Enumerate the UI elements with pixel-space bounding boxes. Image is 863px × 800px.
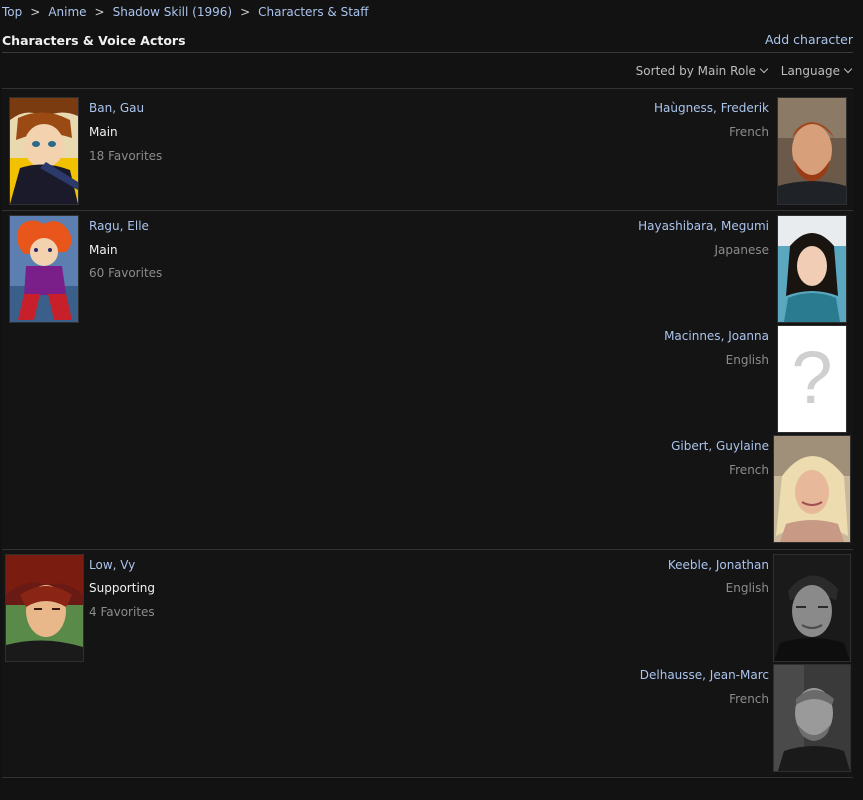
breadcrumb-separator: > xyxy=(94,5,105,19)
chevron-down-icon xyxy=(843,64,853,74)
voice-actor-language: French xyxy=(729,125,769,139)
question-mark-icon: ? xyxy=(791,336,833,419)
sort-dropdown[interactable]: Sorted by Main Role xyxy=(635,64,769,78)
voice-actor-name[interactable]: Keeble, Jonathan xyxy=(668,558,769,572)
character-role: Supporting xyxy=(89,581,155,595)
character-favorites: 18 Favorites xyxy=(89,149,163,163)
character-row xyxy=(2,211,853,548)
breadcrumb: Top > Anime > Shadow Skill (1996) > Characters… xyxy=(2,4,369,20)
voice-actor-name[interactable]: Macinnes, Joanna xyxy=(664,329,769,343)
character-role: Main xyxy=(89,243,118,257)
voice-actor-language: French xyxy=(729,463,769,477)
character-favorites: 4 Favorites xyxy=(89,605,155,619)
character-name[interactable]: Ban, Gau xyxy=(89,101,144,115)
voice-actor-name[interactable]: Hayashibara, Megumi xyxy=(638,219,769,233)
voice-actor-photo[interactable] xyxy=(773,664,851,772)
voice-actor-language: English xyxy=(725,581,769,595)
character-image[interactable] xyxy=(9,97,79,205)
page-title: Characters & Voice Actors xyxy=(2,33,186,48)
voice-actor-language: French xyxy=(729,692,769,706)
sort-label: Sorted by Main Role xyxy=(635,64,756,78)
list-controls: Sorted by Main Role Language xyxy=(626,63,853,79)
voice-actor-photo[interactable] xyxy=(777,215,847,323)
chevron-down-icon xyxy=(759,64,769,74)
voice-actor-language: English xyxy=(725,353,769,367)
voice-actor-photo-placeholder[interactable]: ? xyxy=(777,325,847,433)
voice-actor-name[interactable]: Gibert, Guylaine xyxy=(671,439,769,453)
language-label: Language xyxy=(780,64,840,78)
character-name[interactable]: Low, Vy xyxy=(89,558,135,572)
character-image[interactable] xyxy=(5,554,84,662)
character-role: Main xyxy=(89,125,118,139)
voice-actor-name[interactable]: Delhausse, Jean-Marc xyxy=(640,668,769,682)
voice-actor-name[interactable]: Haùgness, Frederik xyxy=(654,101,769,115)
character-image[interactable] xyxy=(9,215,79,323)
character-favorites: 60 Favorites xyxy=(89,266,163,280)
voice-actor-photo[interactable] xyxy=(777,97,847,205)
breadcrumb-separator: > xyxy=(30,5,41,19)
voice-actor-language: Japanese xyxy=(714,243,770,257)
divider xyxy=(2,777,853,778)
breadcrumb-separator: > xyxy=(240,5,251,19)
character-name[interactable]: Ragu, Elle xyxy=(89,219,149,233)
voice-actor-photo[interactable] xyxy=(773,554,851,662)
language-dropdown[interactable]: Language xyxy=(780,64,853,78)
add-character-button[interactable]: Add character xyxy=(765,32,853,47)
breadcrumb-characters-staff[interactable]: Characters & Staff xyxy=(258,5,368,19)
breadcrumb-anime[interactable]: Anime xyxy=(48,5,86,19)
breadcrumb-top[interactable]: Top xyxy=(2,5,22,19)
voice-actor-photo[interactable] xyxy=(773,435,851,543)
section-header: Characters & Voice Actors Add character xyxy=(2,31,853,53)
breadcrumb-show[interactable]: Shadow Skill (1996) xyxy=(113,5,232,19)
